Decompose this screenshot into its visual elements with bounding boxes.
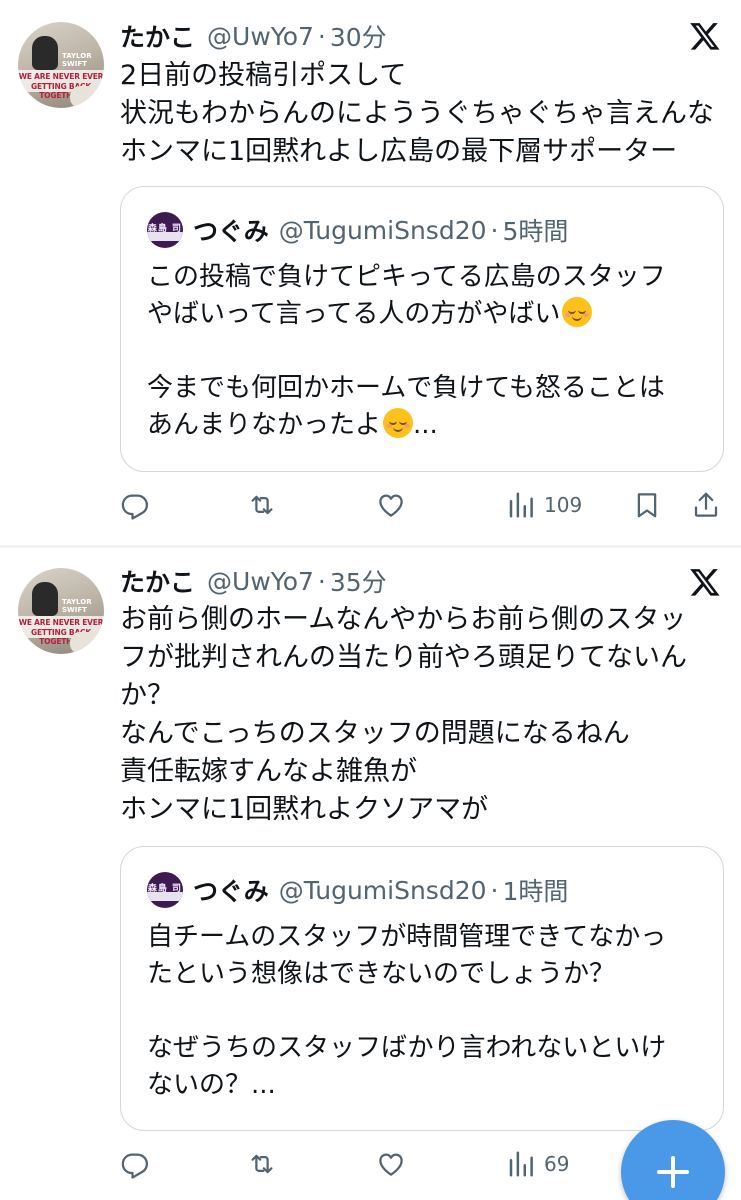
avatar-figure bbox=[32, 582, 58, 616]
tweet[interactable]: TAYLOR SWIFT WE ARE NEVER EVER GETTING B… bbox=[0, 548, 741, 1200]
quoted-author-name: つぐみ bbox=[193, 217, 269, 246]
action-bar: 109 bbox=[0, 485, 741, 525]
reply-button[interactable] bbox=[120, 1144, 150, 1184]
retweet-icon bbox=[251, 1154, 273, 1174]
reply-icon bbox=[121, 1153, 148, 1179]
tweet-text-line: 状況もわからんのによううぐちゃぐちゃ言えんな bbox=[120, 98, 714, 129]
views-button[interactable]: 109 bbox=[506, 485, 582, 525]
tweet-text-line: フが批判されんの当たり前やろ頭足りてないん bbox=[120, 642, 687, 673]
quoted-avatar: 森島 司 bbox=[147, 212, 183, 248]
bookmark-button[interactable] bbox=[632, 485, 662, 525]
plus-icon-vertical bbox=[671, 1156, 675, 1188]
separator-dot: · bbox=[490, 215, 499, 245]
quoted-tweet-header: 森島 司 つぐみ @TugumiSnsd20 · 5時間 bbox=[147, 212, 568, 248]
avatar[interactable]: TAYLOR SWIFT WE ARE NEVER EVER GETTING B… bbox=[18, 22, 104, 108]
share-icon bbox=[694, 492, 718, 517]
quoted-timestamp: 1時間 bbox=[502, 877, 569, 906]
quoted-text-line bbox=[147, 993, 717, 1030]
tweet-text-line: なんでこっちのスタッフの問題になるねん bbox=[120, 718, 630, 749]
heart-icon bbox=[379, 1153, 403, 1176]
quoted-timestamp: 5時間 bbox=[502, 217, 569, 246]
quoted-author-handle: @TugumiSnsd20 bbox=[278, 215, 487, 245]
tweet-text-line: 2日前の投稿引ポスして bbox=[120, 60, 407, 91]
quoted-text-line: あんまりなかったよ... bbox=[147, 407, 717, 444]
quoted-tweet-text: 自チームのスタッフが時間管理できてなかっ たという想像はできないのでしょうか？ … bbox=[147, 919, 717, 1104]
quoted-tweet[interactable]: 森島 司 つぐみ @TugumiSnsd20 · 1時間 自チームのスタッフが時… bbox=[120, 846, 724, 1131]
share-button[interactable] bbox=[691, 485, 721, 525]
avatar-figure-2 bbox=[70, 632, 100, 654]
x-logo-icon bbox=[690, 569, 720, 596]
views-count: 69 bbox=[544, 1152, 570, 1176]
separator-dot: · bbox=[317, 566, 326, 596]
quoted-text-line bbox=[147, 333, 717, 370]
timestamp[interactable]: 35分 bbox=[330, 563, 387, 599]
avatar-text-artist: TAYLOR SWIFT bbox=[62, 52, 92, 68]
author-handle[interactable]: @UwYo7 bbox=[207, 567, 314, 596]
quoted-avatar-text: 森島 司 bbox=[147, 224, 183, 234]
bar-chart-icon bbox=[509, 492, 533, 518]
quoted-text-line: ないの？... bbox=[147, 1070, 276, 1100]
tweet-text-line: ホンマに1回黙れよし広島の最下層サポーター bbox=[120, 136, 678, 167]
timestamp[interactable]: 30分 bbox=[330, 18, 387, 54]
quoted-text-segment: あんまりなかったよ bbox=[147, 410, 382, 440]
quoted-text-line: この投稿で負けてピキってる広島のスタッフ bbox=[147, 262, 666, 292]
tweet-header: たかこ @UwYo7 · 35分 bbox=[120, 561, 387, 601]
quoted-text-line: 今までも何回かホームで負けても怒ることは bbox=[147, 373, 665, 403]
relieved-face-icon bbox=[383, 408, 414, 438]
tweet-text-line: ホンマに1回黙れよクソアマが bbox=[120, 794, 489, 825]
retweet-button[interactable] bbox=[247, 1144, 277, 1184]
quoted-text-line: 自チームのスタッフが時間管理できてなかっ bbox=[147, 922, 667, 952]
quoted-author-handle: @TugumiSnsd20 bbox=[278, 875, 487, 905]
like-button[interactable] bbox=[376, 485, 406, 525]
heart-icon bbox=[379, 494, 403, 517]
author-name[interactable]: たかこ bbox=[120, 18, 195, 54]
quoted-avatar-text: 森島 司 bbox=[147, 884, 183, 894]
views-count: 109 bbox=[544, 493, 583, 517]
author-handle[interactable]: @UwYo7 bbox=[207, 22, 314, 51]
avatar-text-line-1: WE ARE NEVER EVER bbox=[18, 618, 104, 627]
avatar-text-artist: TAYLOR SWIFT bbox=[62, 598, 92, 614]
quoted-tweet-header: 森島 司 つぐみ @TugumiSnsd20 · 1時間 bbox=[147, 872, 568, 908]
quoted-tweet-text: この投稿で負けてピキってる広島のスタッフ やばいって言ってる人の方がやばい 今ま… bbox=[147, 259, 717, 444]
bookmark-icon bbox=[637, 493, 657, 518]
separator-dot: · bbox=[317, 21, 326, 51]
quoted-text-line: たという想像はできないのでしょうか？ bbox=[147, 959, 616, 989]
tweet[interactable]: TAYLOR SWIFT WE ARE NEVER EVER GETTING B… bbox=[0, 0, 741, 545]
avatar[interactable]: TAYLOR SWIFT WE ARE NEVER EVER GETTING B… bbox=[18, 568, 104, 654]
author-name[interactable]: たかこ bbox=[120, 563, 195, 599]
quoted-tweet[interactable]: 森島 司 つぐみ @TugumiSnsd20 · 5時間 この投稿で負けてピキっ… bbox=[120, 186, 724, 472]
quoted-avatar: 森島 司 bbox=[147, 872, 183, 908]
quoted-text-line: やばいって言ってる人の方がやばい bbox=[147, 296, 717, 333]
separator-dot: · bbox=[490, 875, 499, 905]
tweet-text-line: か？ bbox=[120, 680, 174, 711]
x-logo-icon bbox=[690, 23, 720, 50]
bar-chart-icon bbox=[509, 1151, 533, 1177]
quoted-author-name: つぐみ bbox=[193, 877, 269, 906]
quoted-text-ellipsis: ... bbox=[413, 410, 438, 440]
quoted-text-segment: やばいって言ってる人の方がやばい bbox=[147, 299, 561, 329]
tweet-text: お前ら側のホームなんやからお前ら側のスタッ フが批判されんの当たり前やろ頭足りて… bbox=[120, 601, 720, 829]
reply-button[interactable] bbox=[120, 485, 150, 525]
tweet-text-line: 責任転嫁すんなよ雑魚が bbox=[120, 756, 417, 787]
quoted-text-line: なぜうちのスタッフばかり言われないといけ bbox=[147, 1033, 667, 1063]
views-button[interactable]: 69 bbox=[506, 1144, 569, 1184]
tweet-header: たかこ @UwYo7 · 30分 bbox=[120, 16, 387, 56]
tweet-text: 2日前の投稿引ポスして 状況もわからんのによううぐちゃぐちゃ言えんな ホンマに1… bbox=[120, 57, 720, 171]
reply-icon bbox=[121, 494, 148, 520]
avatar-text-line-1: WE ARE NEVER EVER bbox=[18, 72, 104, 81]
relieved-face-icon bbox=[562, 297, 593, 327]
like-button[interactable] bbox=[376, 1144, 406, 1184]
avatar-figure-2 bbox=[70, 86, 100, 108]
retweet-icon bbox=[251, 495, 273, 515]
retweet-button[interactable] bbox=[247, 485, 277, 525]
avatar-figure bbox=[32, 36, 58, 70]
tweet-text-line: お前ら側のホームなんやからお前ら側のスタッ bbox=[120, 604, 687, 635]
